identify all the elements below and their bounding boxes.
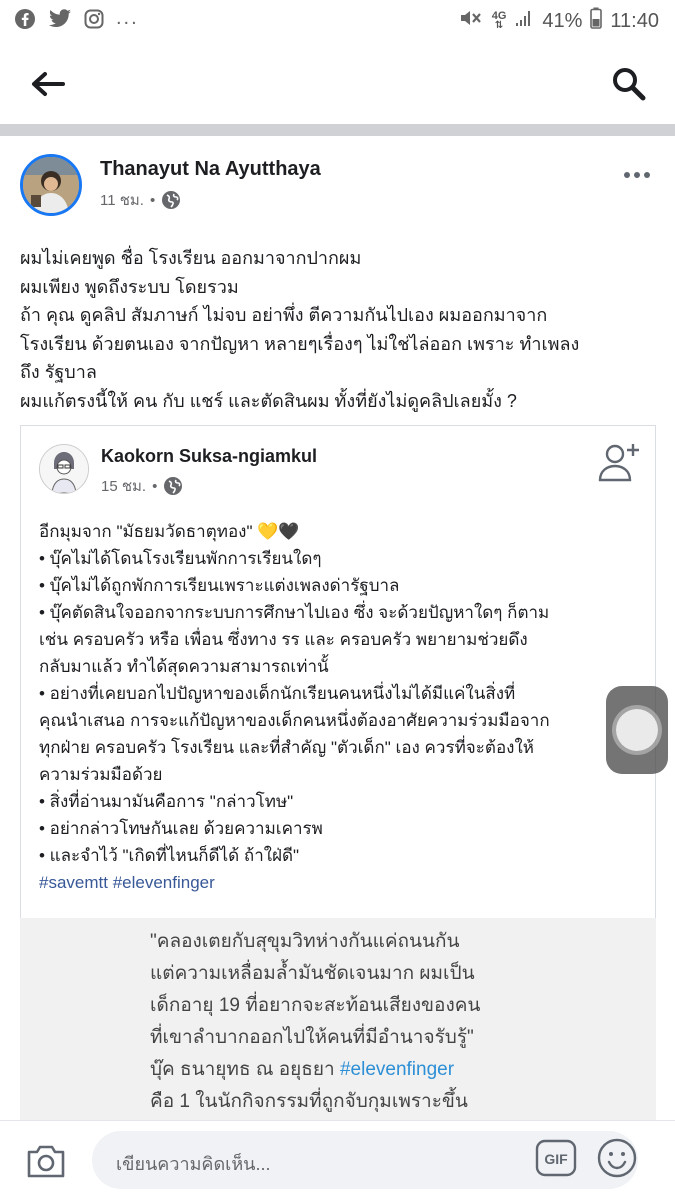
system-status: 4G ⇅ 41% 11:40 bbox=[458, 7, 659, 35]
add-friend-icon bbox=[598, 444, 639, 482]
clock: 11:40 bbox=[610, 9, 659, 32]
instagram-icon bbox=[84, 9, 104, 34]
emoji-button[interactable] bbox=[595, 1136, 639, 1180]
comment-bar: เขียนความคิดเห็น... GIF bbox=[0, 1120, 675, 1201]
author-avatar[interactable] bbox=[20, 154, 82, 216]
more-dots-icon bbox=[624, 172, 650, 178]
camera-button[interactable] bbox=[24, 1139, 68, 1183]
globe-icon bbox=[164, 477, 183, 495]
battery-percent: 41% bbox=[542, 9, 583, 32]
post-line: โรงเรียน ด้วยตนเอง จากปัญหา หลายๆเรื่องๆ… bbox=[20, 333, 580, 354]
shared-author-name[interactable]: Kaokorn Suksa-ngiamkul bbox=[101, 446, 317, 467]
gif-label: GIF bbox=[544, 1151, 568, 1167]
shared-post-card[interactable]: Kaokorn Suksa-ngiamkul 15 ชม. • อีกมุมจา… bbox=[20, 425, 656, 925]
shared-line: • บุ๊คไม่ได้โดนโรงเรียนพักการเรียนใดๆ bbox=[39, 549, 322, 568]
shared-line: • และจำไว้ "เกิดที่ไหนก็ดีได้ ถ้าใฝ่ดี" bbox=[39, 846, 300, 865]
status-bar: ... 4G ⇅ 41% 11:40 bbox=[0, 0, 675, 42]
hashtag-links[interactable]: #savemtt #elevenfinger bbox=[39, 869, 639, 896]
battery-icon bbox=[590, 7, 603, 35]
network-indicator: 4G ⇅ bbox=[491, 10, 507, 31]
shared-image[interactable]: "คลองเตยกับสุขุมวิทห่างกันแค่ถนนกัน แต่ค… bbox=[20, 918, 656, 1128]
assistive-touch-icon bbox=[616, 709, 658, 751]
image-line-text: บุ๊ค ธนายุทธ ณ อยุธยา bbox=[150, 1059, 340, 1080]
shared-line: • อย่างที่เคยบอกไปปัญหาของเด็กนักเรียนคน… bbox=[39, 684, 516, 703]
post-line: ผมเพียง พูดถึงระบบ โดยรวม bbox=[20, 276, 239, 297]
post-header: Thanayut Na Ayutthaya 11 ชม. • bbox=[0, 136, 675, 236]
image-line: ที่เขาลำบากออกไปให้คนที่มีอำนาจรับรู้" bbox=[150, 1027, 474, 1048]
meta-separator: • bbox=[149, 191, 156, 209]
assistive-touch-button[interactable] bbox=[606, 686, 668, 774]
post-line: ผมไม่เคยพูด ชื่อ โรงเรียน ออกมาจากปากผม bbox=[20, 248, 362, 268]
image-line: เด็กอายุ 19 ที่อยากจะสะท้อนเสียงของคน bbox=[150, 995, 481, 1016]
post-body: ผมไม่เคยพูด ชื่อ โรงเรียน ออกมาจากปากผม … bbox=[20, 244, 660, 415]
post-time: 11 ชม. bbox=[100, 192, 144, 209]
back-arrow-icon bbox=[32, 72, 65, 96]
shared-line: กลับมาแล้ว ทำได้สุดความสามารถเท่านั้ bbox=[39, 657, 329, 676]
add-friend-button[interactable] bbox=[597, 440, 641, 484]
camera-icon bbox=[27, 1145, 65, 1178]
notification-icons: ... bbox=[14, 7, 139, 35]
globe-icon bbox=[162, 191, 181, 209]
gif-button[interactable]: GIF bbox=[535, 1137, 577, 1179]
image-hashtag: #elevenfinger bbox=[339, 1059, 455, 1080]
shared-post-time: 15 ชม. bbox=[101, 478, 147, 495]
post-line: ผมแก้ตรงนี้ให้ คน กับ แชร์ และตัดสินผม ท… bbox=[20, 390, 517, 411]
post-meta: 11 ชม. • bbox=[100, 188, 181, 212]
comment-placeholder: เขียนความคิดเห็น... bbox=[116, 1154, 271, 1174]
shared-post-meta: 15 ชม. • bbox=[101, 474, 183, 498]
shared-line: ความร่วมมือด้วย bbox=[39, 765, 163, 784]
app-bar bbox=[0, 42, 675, 124]
shared-line: • สิ่งที่อ่านมามันคือการ "กล่าวโทษ" bbox=[39, 792, 294, 811]
shared-line: เช่น ครอบครัว หรือ เพื่อน ซึ่งทาง รร และ… bbox=[39, 630, 528, 649]
shared-post-body: อีกมุมจาก "มัธยมวัดธาตุทอง" 💛🖤 • บุ๊คไม่… bbox=[39, 518, 639, 896]
emoji-icon bbox=[597, 1138, 637, 1178]
facebook-icon bbox=[14, 8, 36, 35]
search-button[interactable] bbox=[607, 62, 651, 106]
image-caption: "คลองเตยกับสุขุมวิทห่างกันแค่ถนนกัน แต่ค… bbox=[150, 926, 480, 1118]
back-button[interactable] bbox=[26, 64, 70, 104]
mute-icon bbox=[458, 7, 484, 35]
shared-line: คุณนำเสนอ การจะแก้ปัญหาของเด็กคนหนึ่งต้อ… bbox=[39, 711, 550, 730]
meta-separator: • bbox=[152, 477, 158, 495]
image-line: แต่ความเหลื่อมล้ำมันชัดเจนมาก ผมเป็น bbox=[150, 963, 475, 984]
image-line: คือ 1 ในนักกิจกรรมที่ถูกจับกุมเพราะขึ้น bbox=[150, 1091, 468, 1112]
image-line: บุ๊ค ธนายุทธ ณ อยุธยา #elevenfinger bbox=[150, 1054, 480, 1086]
post-line: ถ้า คุณ ดูคลิป สัมภาษก์ ไม่จบ อย่าพึ่ง ต… bbox=[20, 305, 548, 325]
post-line: ถึง รัฐบาล bbox=[20, 362, 97, 382]
post-more-button[interactable] bbox=[623, 158, 651, 186]
signal-icon bbox=[514, 8, 534, 34]
shared-line: • บุ๊คตัดสินใจออกจากระบบการศึกษาไปเอง ซึ… bbox=[39, 603, 550, 622]
section-divider bbox=[0, 124, 675, 136]
shared-author-avatar[interactable] bbox=[39, 444, 89, 494]
twitter-icon bbox=[48, 9, 72, 34]
image-line: "คลองเตยกับสุขุมวิทห่างกันแค่ถนนกัน bbox=[150, 931, 460, 952]
more-notifications: ... bbox=[116, 7, 139, 29]
shared-line: ทุกฝ่าย ครอบครัว โรงเรียน และที่สำคัญ "ต… bbox=[39, 738, 534, 757]
shared-line: อีกมุมจาก "มัธยมวัดธาตุทอง" 💛🖤 bbox=[39, 522, 300, 541]
post-author-name[interactable]: Thanayut Na Ayutthaya bbox=[100, 158, 321, 181]
shared-line: • อย่ากล่าวโทษกันเลย ด้วยความเคารพ bbox=[39, 819, 323, 838]
gif-icon: GIF bbox=[535, 1139, 577, 1177]
search-icon bbox=[613, 68, 646, 101]
comment-input[interactable]: เขียนความคิดเห็น... GIF bbox=[92, 1131, 638, 1189]
shared-line: • บุ๊คไม่ได้ถูกพักการเรียนเพราะแต่งเพลงด… bbox=[39, 576, 400, 595]
